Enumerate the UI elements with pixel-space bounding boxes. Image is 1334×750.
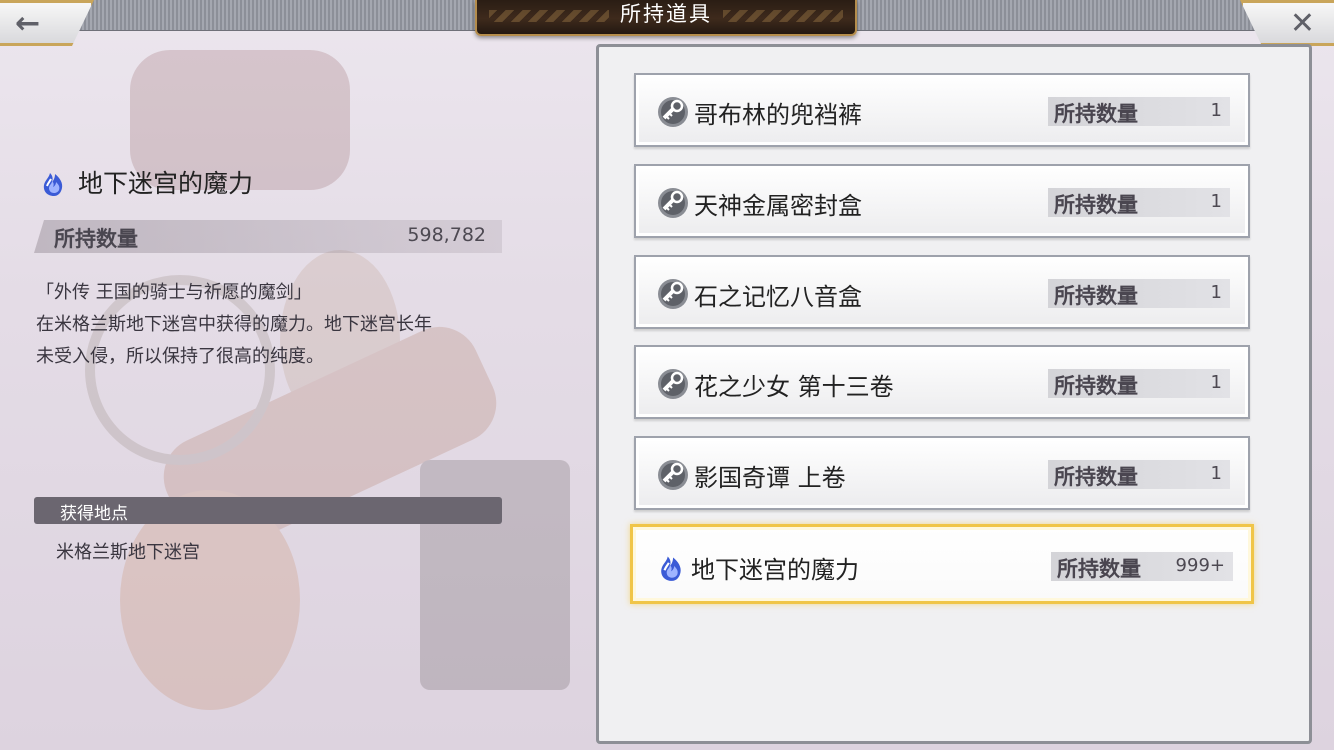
detail-header: 地下迷宫的魔力: [38, 164, 253, 200]
close-icon: ✕: [1289, 5, 1315, 41]
blue-flame-icon: [661, 556, 681, 581]
owned-quantity-label: 所持数量: [54, 227, 138, 251]
list-item-qty-bar: 所持数量 1: [1048, 279, 1230, 308]
acquire-location-label: 获得地点: [60, 504, 128, 524]
item-description: 「外传 王国的骑士与祈愿的魔剑」 在米格兰斯地下迷宫中获得的魔力。地下迷宫长年 …: [36, 277, 516, 373]
list-item-qty-value: 1: [1210, 282, 1222, 303]
list-item[interactable]: 花之少女 第十三卷 所持数量 1: [634, 345, 1250, 419]
list-item-name: 石之记忆八音盒: [694, 283, 862, 311]
list-item-name: 哥布林的兜裆裤: [694, 101, 862, 129]
list-item-qty-label: 所持数量: [1054, 284, 1138, 308]
list-item-qty-bar: 所持数量 1: [1048, 188, 1230, 217]
list-item-selected[interactable]: 地下迷宫的魔力 所持数量 999+: [630, 524, 1254, 604]
list-item-qty-label: 所持数量: [1054, 193, 1138, 217]
list-item-qty-label: 所持数量: [1054, 465, 1138, 489]
list-item[interactable]: 影国奇谭 上卷 所持数量 1: [634, 436, 1250, 510]
acquire-location-bar: 获得地点: [34, 497, 502, 524]
list-item-qty-bar: 所持数量 999+: [1051, 552, 1233, 581]
list-item-name: 地下迷宫的魔力: [691, 556, 859, 584]
list-item-qty-bar: 所持数量 1: [1048, 97, 1230, 126]
list-item[interactable]: 天神金属密封盒 所持数量 1: [634, 164, 1250, 238]
owned-quantity-value: 598,782: [407, 224, 486, 246]
list-item-name: 影国奇谭 上卷: [694, 464, 846, 492]
blue-flame-icon: [43, 173, 63, 196]
list-item-qty-bar: 所持数量 1: [1048, 369, 1230, 398]
list-item-qty-label: 所持数量: [1054, 374, 1138, 398]
list-item-name: 天神金属密封盒: [694, 192, 862, 220]
title-plate: 所持道具: [475, 0, 857, 36]
list-item-qty-value: 999+: [1175, 555, 1225, 576]
description-line: 「外传 王国的骑士与祈愿的魔剑」: [36, 282, 312, 303]
key-item-icon: [658, 460, 688, 490]
list-item-qty-label: 所持数量: [1057, 557, 1141, 581]
list-item[interactable]: 石之记忆八音盒 所持数量 1: [634, 255, 1250, 329]
list-item-qty-bar: 所持数量 1: [1048, 460, 1230, 489]
list-item-qty-value: 1: [1210, 191, 1222, 212]
item-detail-name: 地下迷宫的魔力: [78, 169, 254, 198]
background-illustration: [85, 50, 570, 710]
key-item-icon: [658, 369, 688, 399]
description-line: 未受入侵，所以保持了很高的纯度。: [36, 346, 324, 367]
back-arrow-icon: ←: [15, 5, 41, 41]
list-item-name: 花之少女 第十三卷: [694, 373, 894, 401]
list-item[interactable]: 哥布林的兜裆裤 所持数量 1: [634, 73, 1250, 147]
list-item-qty-value: 1: [1210, 100, 1222, 121]
back-button[interactable]: ←: [0, 0, 94, 46]
close-button[interactable]: ✕: [1240, 0, 1334, 46]
acquire-location-value: 米格兰斯地下迷宫: [56, 542, 200, 563]
list-item-qty-value: 1: [1210, 372, 1222, 393]
page-title: 所持道具: [620, 2, 712, 26]
list-item-qty-value: 1: [1210, 463, 1222, 484]
key-item-icon: [658, 279, 688, 309]
key-item-icon: [658, 97, 688, 127]
description-line: 在米格兰斯地下迷宫中获得的魔力。地下迷宫长年: [36, 314, 432, 335]
list-item-qty-label: 所持数量: [1054, 102, 1138, 126]
key-item-icon: [658, 188, 688, 218]
owned-quantity-bar: 所持数量 598,782: [34, 220, 502, 253]
